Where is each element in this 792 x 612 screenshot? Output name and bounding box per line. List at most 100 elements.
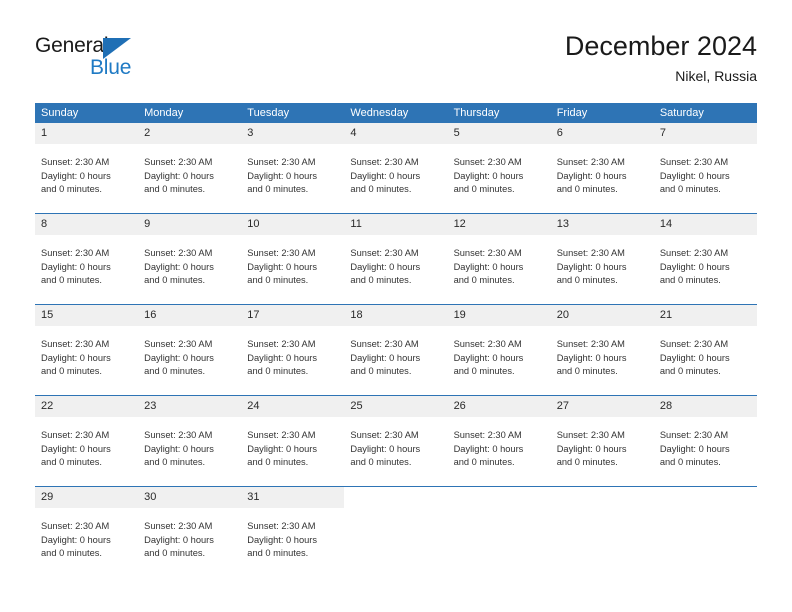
weekday-header-row: Sunday Monday Tuesday Wednesday Thursday… [35, 103, 757, 123]
day-event-line: Daylight: 0 hours [247, 352, 318, 363]
day-event-line: Sunset: 2:30 AM [659, 430, 729, 440]
day-event-line: Daylight: 0 hours [41, 352, 111, 363]
day-event-line: Daylight: 0 hours [556, 170, 627, 181]
day-event-line: Daylight: 0 hours [659, 261, 730, 272]
weekday-header-friday: Friday [556, 107, 588, 119]
day-cell[interactable]: Sunset: 2:30 AM Daylight: 0 hours and 0 mi… [654, 417, 757, 486]
day-number[interactable]: 14 [653, 214, 757, 235]
calendar-week-row: 1 2 3 4 5 6 7 Sunset: 2:30 AM Daylight: 0 hours a… [35, 123, 757, 213]
day-event-line: Sunset: 2:30 AM [453, 430, 522, 440]
day-number[interactable]: 19 [447, 305, 551, 326]
day-event-line: and 0 minutes. [247, 275, 309, 285]
day-number[interactable]: 23 [138, 396, 242, 417]
page-header: General Blue December 2024 Nikel, Russia [35, 30, 757, 90]
day-cell[interactable]: Sunset: 2:30 AM Daylight: 0 hours and 0 mi… [448, 144, 551, 213]
day-number[interactable]: 9 [138, 214, 242, 235]
day-number[interactable]: 2 [138, 123, 242, 144]
day-number[interactable]: 12 [447, 214, 551, 235]
day-number-row: 29 30 31 [35, 486, 757, 508]
day-number[interactable]: 29 [35, 487, 139, 508]
day-event-line: and 0 minutes. [350, 366, 412, 376]
day-cell[interactable]: Sunset: 2:30 AM Daylight: 0 hours and 0 mi… [138, 326, 241, 395]
day-cell[interactable]: Sunset: 2:30 AM Daylight: 0 hours and 0 mi… [35, 508, 138, 577]
day-number[interactable]: 5 [447, 123, 551, 144]
day-number[interactable]: 11 [344, 214, 448, 235]
day-number[interactable]: 25 [344, 396, 448, 417]
day-cell[interactable]: Sunset: 2:30 AM Daylight: 0 hours and 0 mi… [241, 508, 344, 577]
day-event-line: and 0 minutes. [556, 457, 618, 467]
day-cell[interactable]: Sunset: 2:30 AM Daylight: 0 hours and 0 mi… [344, 417, 447, 486]
day-event-line: Sunset: 2:30 AM [144, 521, 213, 531]
day-event-line: Daylight: 0 hours [144, 261, 214, 272]
day-number[interactable]: 10 [241, 214, 345, 235]
day-event-line: and 0 minutes. [144, 275, 206, 285]
calendar-week-row: 22 23 24 25 26 27 28 Sunset: 2:30 AM Daylight: 0… [35, 395, 757, 486]
day-number[interactable]: 15 [35, 305, 139, 326]
day-cell[interactable]: Sunset: 2:30 AM Daylight: 0 hours and 0 mi… [551, 326, 654, 395]
day-number[interactable]: 31 [241, 487, 345, 508]
day-cell[interactable]: Sunset: 2:30 AM Daylight: 0 hours and 0 mi… [138, 144, 241, 213]
day-number[interactable]: 28 [653, 396, 757, 417]
day-cell[interactable]: Sunset: 2:30 AM Daylight: 0 hours and 0 mi… [448, 326, 551, 395]
day-number[interactable]: 21 [653, 305, 757, 326]
day-cell[interactable]: Sunset: 2:30 AM Daylight: 0 hours and 0 mi… [654, 144, 757, 213]
weekday-header-saturday: Saturday [659, 107, 704, 119]
day-number[interactable]: 4 [344, 123, 448, 144]
day-number[interactable]: 1 [35, 123, 139, 144]
day-cell[interactable]: Sunset: 2:30 AM Daylight: 0 hours and 0 mi… [344, 144, 447, 213]
day-number[interactable]: 24 [241, 396, 345, 417]
day-cell[interactable]: Sunset: 2:30 AM Daylight: 0 hours and 0 mi… [138, 235, 241, 304]
day-cell[interactable]: Sunset: 2:30 AM Daylight: 0 hours and 0 mi… [344, 235, 447, 304]
day-event-line: Sunset: 2:30 AM [350, 157, 419, 167]
day-event-line: Sunset: 2:30 AM [144, 248, 213, 258]
day-cell[interactable]: Sunset: 2:30 AM Daylight: 0 hours and 0 mi… [448, 235, 551, 304]
day-event-line: Sunset: 2:30 AM [247, 430, 316, 440]
day-cell[interactable]: Sunset: 2:30 AM Daylight: 0 hours and 0 mi… [138, 508, 241, 577]
day-number[interactable]: 30 [138, 487, 242, 508]
day-number[interactable]: 17 [241, 305, 345, 326]
day-cell[interactable]: Sunset: 2:30 AM Daylight: 0 hours and 0 mi… [344, 326, 447, 395]
day-event-line: and 0 minutes. [453, 366, 515, 376]
day-number-empty [344, 487, 448, 508]
day-cell[interactable]: Sunset: 2:30 AM Daylight: 0 hours and 0 mi… [241, 417, 344, 486]
weekday-header-monday: Monday [144, 107, 184, 119]
day-cell[interactable]: Sunset: 2:30 AM Daylight: 0 hours and 0 mi… [551, 144, 654, 213]
day-cell[interactable]: Sunset: 2:30 AM Daylight: 0 hours and 0 mi… [241, 144, 344, 213]
day-event-line: Sunset: 2:30 AM [41, 157, 110, 167]
day-event-line: and 0 minutes. [659, 275, 721, 285]
day-number[interactable]: 22 [35, 396, 139, 417]
day-number[interactable]: 3 [241, 123, 345, 144]
day-event-line: Daylight: 0 hours [453, 170, 524, 181]
day-number[interactable]: 27 [550, 396, 654, 417]
day-number[interactable]: 7 [653, 123, 757, 144]
day-cell[interactable]: Sunset: 2:30 AM Daylight: 0 hours and 0 mi… [35, 417, 138, 486]
day-event-line: and 0 minutes. [41, 548, 102, 558]
day-cell[interactable]: Sunset: 2:30 AM Daylight: 0 hours and 0 mi… [241, 326, 344, 395]
day-cell[interactable]: Sunset: 2:30 AM Daylight: 0 hours and 0 mi… [35, 144, 138, 213]
day-number[interactable]: 18 [344, 305, 448, 326]
day-cell[interactable]: Sunset: 2:30 AM Daylight: 0 hours and 0 mi… [241, 235, 344, 304]
day-event-line: Sunset: 2:30 AM [144, 430, 213, 440]
day-number[interactable]: 16 [138, 305, 242, 326]
day-cell[interactable]: Sunset: 2:30 AM Daylight: 0 hours and 0 mi… [551, 417, 654, 486]
general-blue-logo[interactable]: General Blue [35, 30, 165, 86]
day-cell[interactable]: Sunset: 2:30 AM Daylight: 0 hours and 0 mi… [654, 326, 757, 395]
day-number[interactable]: 6 [550, 123, 654, 144]
day-cell[interactable]: Sunset: 2:30 AM Daylight: 0 hours and 0 mi… [654, 235, 757, 304]
day-cell[interactable]: Sunset: 2:30 AM Daylight: 0 hours and 0 mi… [448, 417, 551, 486]
day-number[interactable]: 20 [550, 305, 654, 326]
day-number[interactable]: 13 [550, 214, 654, 235]
day-cell[interactable]: Sunset: 2:30 AM Daylight: 0 hours and 0 mi… [551, 235, 654, 304]
day-number[interactable]: 8 [35, 214, 139, 235]
day-cell[interactable]: Sunset: 2:30 AM Daylight: 0 hours and 0 mi… [35, 326, 138, 395]
day-event-line: Daylight: 0 hours [453, 261, 524, 272]
day-event-line: Sunset: 2:30 AM [556, 248, 625, 258]
day-number[interactable]: 26 [447, 396, 551, 417]
weekday-header-wednesday: Wednesday [350, 107, 409, 119]
day-cell[interactable]: Sunset: 2:30 AM Daylight: 0 hours and 0 mi… [138, 417, 241, 486]
day-number-row: 8 9 10 11 12 13 14 [35, 213, 757, 235]
day-number-empty [447, 487, 551, 508]
day-event-line: Daylight: 0 hours [247, 261, 318, 272]
day-event-line: Sunset: 2:30 AM [453, 157, 522, 167]
day-cell[interactable]: Sunset: 2:30 AM Daylight: 0 hours and 0 mi… [35, 235, 138, 304]
